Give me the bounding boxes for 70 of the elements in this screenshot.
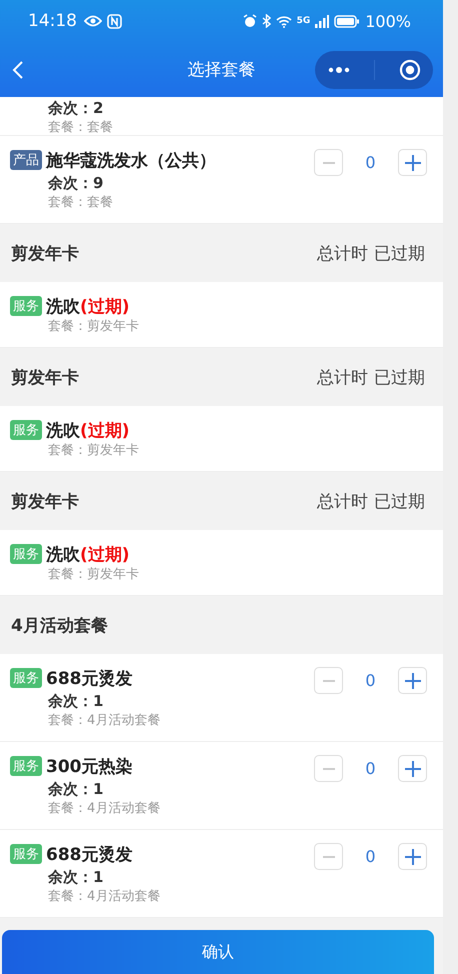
battery-icon: [334, 14, 360, 28]
back-icon[interactable]: [12, 60, 24, 80]
bluetooth-icon: [262, 14, 271, 28]
remaining-count: 余次：1: [48, 867, 104, 888]
package-name: 套餐：套餐: [48, 194, 114, 212]
battery-level: 100%: [365, 12, 411, 30]
package-name: 套餐：4月活动套餐: [48, 800, 162, 818]
type-tag: 服务: [10, 544, 42, 564]
more-icon[interactable]: [326, 66, 351, 74]
quantity-value: 0: [364, 847, 377, 866]
package-status: 总计时: [317, 242, 368, 264]
package-name: 套餐：套餐: [48, 119, 114, 137]
package-status: 已过期: [374, 490, 425, 512]
wifi-icon: [276, 14, 292, 28]
package-name: 套餐：剪发年卡: [48, 442, 140, 460]
plus-icon: [404, 760, 420, 776]
signal-icon: [315, 14, 330, 28]
quantity-value: 0: [364, 153, 377, 172]
remaining-count: 余次：2: [48, 98, 104, 119]
type-tag: 服务: [10, 296, 42, 316]
package-title: 剪发年卡: [11, 366, 79, 388]
minus-icon: [322, 162, 334, 164]
package-name: 套餐：剪发年卡: [48, 566, 140, 584]
package-name: 套餐：剪发年卡: [48, 318, 140, 336]
eye-icon: [84, 15, 102, 27]
remaining-count: 余次：9: [48, 173, 104, 194]
expired-label: (过期): [80, 296, 130, 318]
item-name: 洗吹: [46, 544, 80, 566]
status-time: 14:18: [28, 11, 77, 31]
minus-icon: [322, 768, 334, 770]
package-title: 剪发年卡: [11, 490, 79, 512]
item-name: 300元热染: [46, 756, 132, 778]
remaining-count: 余次：1: [48, 779, 104, 800]
package-title: 剪发年卡: [11, 242, 79, 264]
type-tag: 服务: [10, 756, 42, 776]
network-label: 5G: [296, 16, 310, 26]
plus-icon: [404, 848, 420, 864]
increase-button[interactable]: [398, 843, 427, 870]
type-tag: 服务: [10, 668, 42, 688]
package-name: 套餐：4月活动套餐: [48, 712, 162, 730]
package-status: 已过期: [374, 366, 425, 388]
minus-icon: [322, 856, 334, 858]
type-tag: 服务: [10, 420, 42, 440]
package-status: 总计时: [317, 490, 368, 512]
page-title: 选择套餐: [186, 59, 256, 81]
quantity-value: 0: [364, 671, 377, 690]
type-tag: 产品: [10, 150, 42, 170]
plus-icon: [404, 672, 420, 688]
remaining-count: 余次：1: [48, 691, 104, 712]
expired-label: (过期): [80, 420, 130, 442]
plus-icon: [404, 154, 420, 170]
expired-label: (过期): [80, 544, 130, 566]
package-name: 套餐：4月活动套餐: [48, 888, 162, 906]
type-tag: 服务: [10, 844, 42, 864]
item-name: 洗吹: [46, 296, 80, 318]
increase-button[interactable]: [398, 149, 427, 176]
package-status: 已过期: [374, 242, 425, 264]
package-title: 4月活动套餐: [11, 614, 108, 636]
quantity-value: 0: [364, 759, 377, 778]
increase-button[interactable]: [398, 667, 427, 694]
increase-button[interactable]: [398, 755, 427, 782]
nfc-icon: [107, 14, 122, 28]
item-name: 洗吹: [46, 420, 80, 442]
item-name: 688元烫发: [46, 844, 132, 866]
confirm-button[interactable]: 确认: [2, 930, 434, 974]
alarm-icon: [242, 14, 257, 28]
item-name: 施华蔻洗发水（公共）: [46, 150, 216, 172]
item-name: 688元烫发: [46, 668, 132, 690]
package-status: 总计时: [317, 366, 368, 388]
minus-icon: [322, 680, 334, 682]
